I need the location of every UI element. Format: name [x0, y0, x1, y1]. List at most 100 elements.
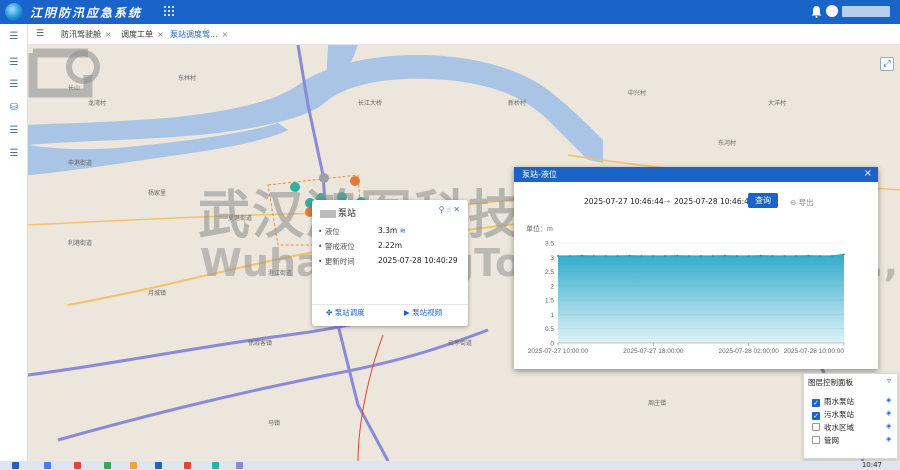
- eye-icon[interactable]: ◈: [886, 422, 891, 430]
- y-tick-label: 3.5: [545, 241, 554, 248]
- menu-toggle-icon[interactable]: ☰: [36, 30, 46, 39]
- close-icon[interactable]: ×: [157, 30, 164, 39]
- eye-icon[interactable]: ◈: [886, 409, 891, 417]
- start-icon[interactable]: [12, 462, 19, 469]
- svg-text:中兴村: 中兴村: [628, 89, 646, 97]
- eye-icon[interactable]: ◈: [886, 396, 891, 404]
- update-value: 2025-07-28 10:40:29: [378, 256, 458, 265]
- camera-icon: ▶: [404, 308, 410, 317]
- x-tick-label: 2025-07-28 10:00:00: [784, 348, 845, 355]
- x-tick-label: 2025-07-27 18:00:00: [623, 348, 684, 355]
- level-point: [640, 254, 643, 257]
- taskbar-app-icon[interactable]: [104, 462, 111, 469]
- update-label: • 更新时间: [318, 257, 355, 266]
- sidebar-menu-icon-1[interactable]: ☰: [8, 31, 20, 43]
- export-button[interactable]: ⊖ 导出: [790, 197, 814, 208]
- y-axis-label: 单位：m: [526, 224, 553, 233]
- level-chart-dialog: 泵站-液位 × 2025-07-27 10:46:44 → 2025-07-28…: [514, 167, 878, 369]
- taskbar-app-icon[interactable]: [74, 462, 81, 469]
- user-name[interactable]: [842, 6, 890, 17]
- sidebar-menu-icon-5[interactable]: ☰: [8, 148, 20, 160]
- level-point: [783, 254, 786, 257]
- level-point: [688, 254, 690, 257]
- time-separator: →: [664, 197, 671, 206]
- level-point: [712, 254, 714, 257]
- start-time-input[interactable]: 2025-07-27 10:46:44: [584, 197, 664, 206]
- layer-item-sewage-pump[interactable]: ✓ 污水泵站: [812, 409, 854, 420]
- close-icon[interactable]: ×: [222, 30, 229, 39]
- svg-text:利港街道: 利港街道: [68, 239, 92, 247]
- level-point: [807, 254, 810, 257]
- checkbox[interactable]: ✓: [812, 412, 820, 420]
- layer-item-catchment[interactable]: 收水区域: [812, 422, 854, 432]
- y-tick-label: 3: [550, 255, 554, 262]
- query-button[interactable]: 查询: [748, 193, 778, 208]
- tab-flood-cockpit[interactable]: 防汛驾驶舱 ×: [61, 28, 112, 42]
- layer-item-pipe-network[interactable]: 管网: [812, 435, 839, 445]
- y-tick-label: 2.5: [545, 269, 554, 276]
- level-point: [723, 254, 726, 257]
- warning-label: • 警戒液位: [318, 242, 355, 251]
- warning-value: 2.22m: [378, 241, 403, 250]
- layer-label: 收水区域: [824, 423, 854, 432]
- dialog-title: 泵站-液位: [522, 170, 557, 179]
- layer-item-rain-pump[interactable]: ✓ 雨水泵站: [812, 396, 854, 407]
- level-point: [747, 254, 750, 257]
- popup-divider: [312, 304, 468, 305]
- taskbar-app-icon[interactable]: [184, 462, 191, 469]
- x-tick-label: 2025-07-27 10:00:00: [528, 348, 589, 355]
- close-icon[interactable]: ×: [864, 168, 872, 179]
- popup-title-text: 泵站: [338, 209, 357, 219]
- y-tick-label: 1: [550, 312, 554, 319]
- layer-label: 管网: [824, 436, 839, 445]
- checkbox[interactable]: ✓: [812, 399, 820, 407]
- apps-grid-icon[interactable]: [164, 6, 174, 16]
- sidebar-menu-icon-3[interactable]: ☰: [8, 79, 20, 91]
- eye-icon[interactable]: ◈: [886, 435, 891, 443]
- sidebar-database-icon[interactable]: ⛁: [8, 102, 20, 114]
- pump-dispatch-button[interactable]: ✤ 泵站调度: [326, 306, 365, 320]
- y-tick-label: 2: [550, 283, 554, 290]
- level-value-text: 3.3m: [378, 226, 398, 235]
- fullscreen-button[interactable]: ⤢: [880, 57, 894, 71]
- level-value: 3.3m ≋: [378, 226, 406, 235]
- avatar[interactable]: [826, 5, 838, 17]
- svg-text:马镇: 马镇: [268, 419, 280, 427]
- taskbar-app-icon[interactable]: [44, 462, 51, 469]
- checkbox[interactable]: [812, 423, 820, 431]
- dialog-header: 泵站-液位 ×: [514, 167, 878, 182]
- y-tick-label: 0.5: [545, 326, 554, 333]
- level-point: [843, 253, 845, 256]
- tab-dispatch-orders[interactable]: 调度工单 ×: [121, 28, 164, 42]
- fan-icon: ✤: [326, 308, 333, 317]
- level-chart: 单位：m 0 0.5 1 1.5 2 2.5 3 3.5 2025-07-27 10:00:00…: [526, 224, 845, 355]
- level-point: [592, 254, 595, 257]
- level-point: [700, 254, 702, 257]
- checkbox[interactable]: [812, 436, 820, 444]
- level-point: [557, 254, 559, 257]
- level-label: • 液位: [318, 227, 340, 236]
- water-icon: ≋: [399, 226, 406, 235]
- svg-text:徐霞客镇: 徐霞客镇: [248, 339, 272, 347]
- close-icon[interactable]: ×: [105, 30, 112, 39]
- sidebar-menu-icon-2[interactable]: ☰: [8, 57, 20, 69]
- tab-label: 防汛驾驶舱: [61, 30, 101, 39]
- end-time-input[interactable]: 2025-07-28 10:46:44: [674, 197, 754, 206]
- close-icon[interactable]: ✕: [453, 205, 462, 214]
- pump-video-button[interactable]: ▶ 泵站视频: [404, 306, 442, 320]
- level-point: [676, 254, 679, 257]
- svg-text:长江大桥: 长江大桥: [358, 99, 382, 107]
- taskbar-app-icon[interactable]: [212, 462, 219, 469]
- level-point: [628, 254, 631, 257]
- svg-text:月城镇: 月城镇: [148, 289, 166, 297]
- taskbar-app-icon[interactable]: [236, 462, 243, 469]
- sidebar-menu-icon-4[interactable]: ☰: [8, 125, 20, 137]
- layer-panel-title: 图层控制面板: [808, 378, 853, 387]
- app-header: 江阴防汛应急系统: [0, 0, 900, 24]
- bell-icon[interactable]: [811, 5, 822, 18]
- tab-pump-dispatch[interactable]: 泵站调度驾... ×: [170, 28, 228, 42]
- collapse-icon[interactable]: ▿: [887, 376, 891, 385]
- warning-label-text: 警戒液位: [324, 242, 355, 251]
- taskbar-app-icon[interactable]: [155, 462, 162, 469]
- taskbar-app-icon[interactable]: [130, 462, 137, 469]
